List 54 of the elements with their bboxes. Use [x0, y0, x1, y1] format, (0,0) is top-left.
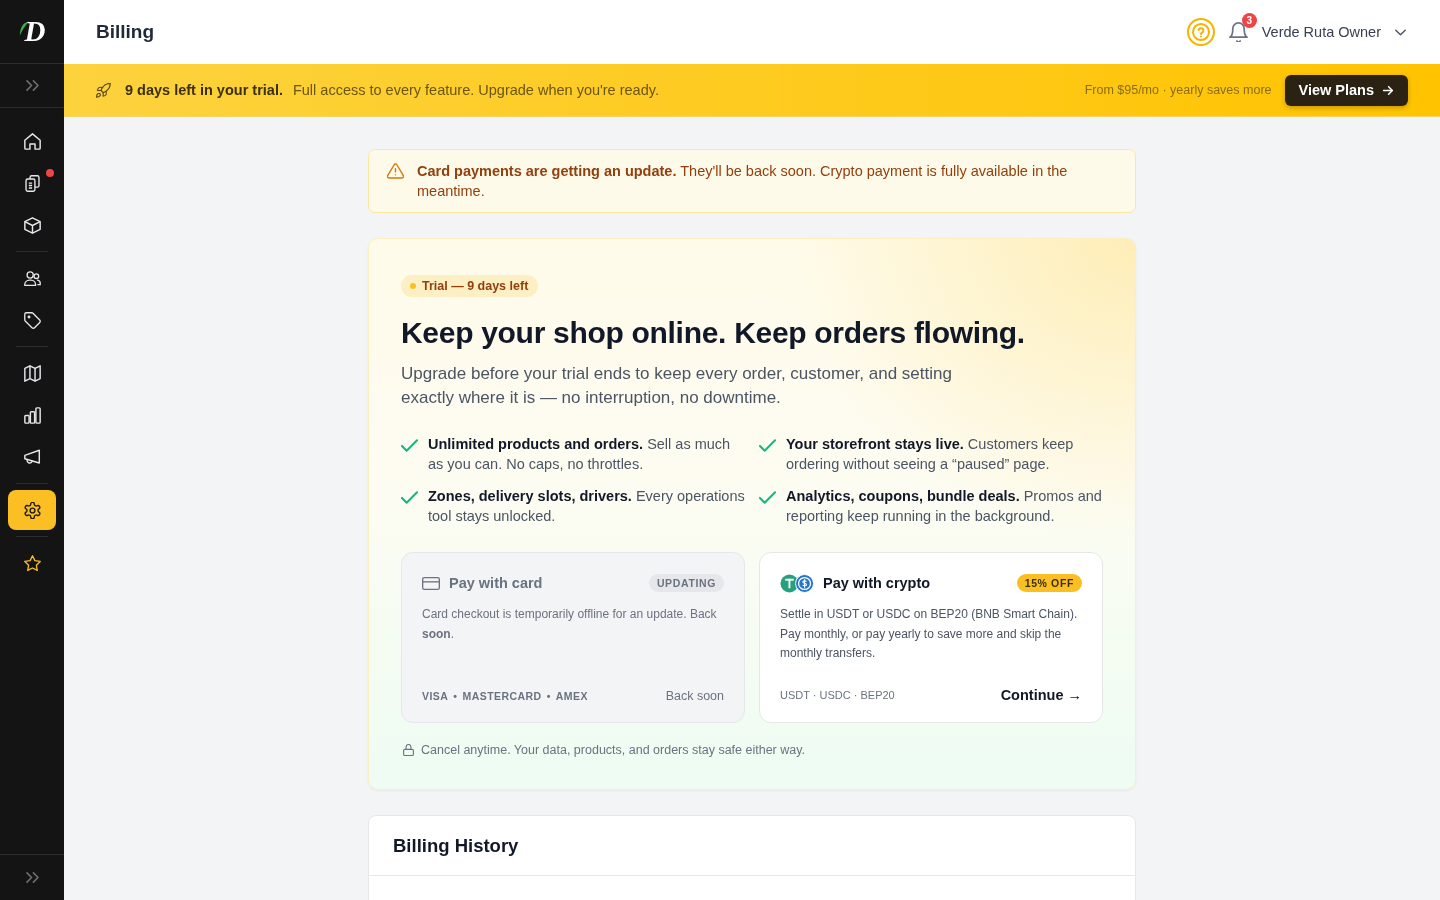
star-icon	[23, 554, 41, 572]
tag-icon	[23, 311, 41, 329]
section-title: Billing History	[393, 834, 519, 857]
option-status: Back soon	[665, 689, 724, 703]
option-title: Pay with card	[449, 575, 543, 591]
feature-text: Your storefront stays live. Customers keep ordering without seeing a “paused” page.	[786, 435, 1075, 474]
option-description: Settle in USDT or USDC on BEP20 (BNB Smart Chain). Pay monthly, or pay yearly to save more and skip the monthly transfers.	[780, 606, 1079, 662]
brand-logo: D	[18, 17, 46, 46]
rocket-icon	[96, 82, 111, 98]
map-icon	[23, 364, 41, 382]
sidebar-item[interactable]	[8, 490, 56, 530]
hero-heading: Keep your shop online. Keep orders flowing.	[401, 315, 1026, 351]
trial-status-label: Trial — 9 days left	[422, 279, 529, 293]
arrow-right-icon	[1383, 85, 1393, 95]
megaphone-icon	[23, 448, 41, 466]
warning-icon	[387, 163, 404, 179]
chevron-down-icon	[1395, 28, 1406, 36]
page-title: Billing	[96, 21, 155, 43]
settings-icon	[23, 501, 41, 519]
option-badge: 15% OFF	[1016, 574, 1082, 592]
bell-icon[interactable]	[1228, 22, 1248, 42]
coins-icon	[780, 573, 814, 593]
check-icon	[401, 491, 418, 504]
chevrons-right-icon[interactable]	[25, 872, 39, 883]
note-text: Cancel anytime. Your data, products, and orders stay safe either way.	[421, 743, 805, 757]
users-icon	[23, 269, 41, 287]
feature-text: Unlimited products and orders. Sell as much as you can. No caps, no throttles.	[428, 435, 732, 474]
check-icon	[759, 491, 776, 504]
hero-subtitle: Upgrade before your trial ends to keep every order, customer, and setting exactly where it is — no interruption, no downtime.	[401, 363, 953, 409]
feature-text: Zones, delivery slots, drivers. Every operations tool stays unlocked.	[428, 487, 745, 526]
option-description: Card checkout is temporarily offline for an update. Back soon.	[422, 606, 718, 643]
check-icon	[759, 439, 776, 452]
lock-icon	[403, 744, 414, 756]
trial-message: Full access to every feature. Upgrade when you're ready.	[292, 82, 659, 98]
option-title: Pay with crypto	[823, 575, 931, 591]
chevrons-right-icon[interactable]	[25, 80, 39, 91]
box-icon	[23, 216, 41, 234]
home-icon	[23, 132, 41, 150]
view-plans-button[interactable]: View Plans	[1284, 74, 1408, 106]
option-badge: UPDATING	[648, 574, 724, 592]
feature-text: Analytics, coupons, bundle deals. Promos and reporting keep running in the background.	[786, 487, 1103, 526]
pricing-text: From $95/mo · yearly saves more	[1084, 83, 1272, 97]
payment-methods: USDT · USDC · BEP20	[780, 689, 895, 701]
check-icon	[401, 439, 418, 452]
user-menu[interactable]: Verde Ruta Owner	[1261, 24, 1406, 40]
payment-methods: VISA • MASTERCARD • AMEX	[422, 690, 588, 702]
notification-badge: 3	[1241, 13, 1257, 28]
credit-card-icon	[422, 576, 440, 590]
documents-icon	[23, 174, 41, 192]
notice-text: Card payments are getting an update. They'll be back soon. Crypto payment is fully available in the meantime.	[417, 162, 1069, 201]
continue-link[interactable]: Continue →	[1000, 687, 1082, 703]
dot-icon	[410, 283, 416, 289]
trial-title: 9 days left in your trial.	[125, 82, 283, 98]
bar-chart-icon	[23, 406, 41, 424]
